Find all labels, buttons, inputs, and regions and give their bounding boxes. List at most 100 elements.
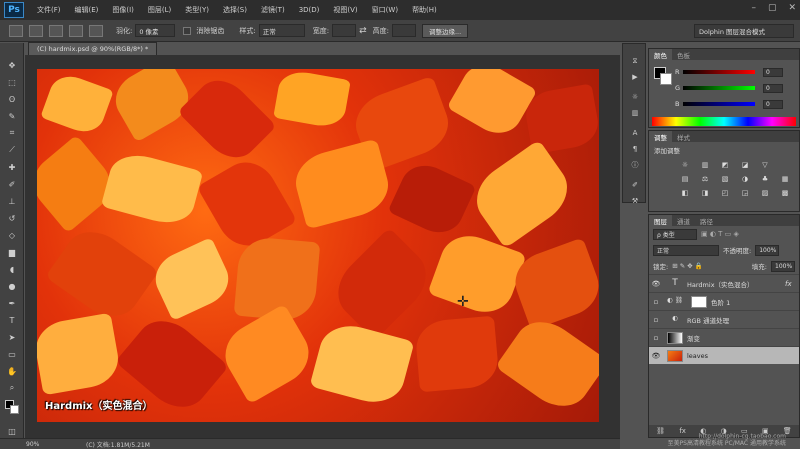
refine-edge-button[interactable]: 调整边缘...	[421, 23, 469, 38]
quick-mask-icon[interactable]: ◫	[5, 425, 19, 437]
tab-styles[interactable]: 样式	[672, 132, 695, 142]
crop-tool-icon[interactable]: ⌗	[5, 127, 19, 139]
menu-type[interactable]: 类型(Y)	[178, 5, 216, 15]
eraser-tool-icon[interactable]: ◇	[5, 229, 19, 241]
shadows-highlights-icon[interactable]: ▩	[779, 188, 791, 198]
blur-tool-icon[interactable]: ◖	[5, 263, 19, 275]
actions-panel-icon[interactable]: ▶	[629, 72, 641, 82]
posterize-icon[interactable]: ◨	[699, 188, 711, 198]
tab-color[interactable]: 颜色	[649, 49, 672, 60]
pen-tool-icon[interactable]: ✒	[5, 297, 19, 309]
path-select-tool-icon[interactable]: ➤	[5, 331, 19, 343]
zoom-tool-icon[interactable]: ⌕	[5, 382, 19, 394]
swap-icon[interactable]: ⇄	[359, 26, 367, 36]
menu-filter[interactable]: 滤镜(T)	[254, 5, 292, 15]
menu-view[interactable]: 视图(V)	[326, 5, 364, 15]
layer-row-group[interactable]: ▫ ◐ RGB 通道处理	[649, 310, 799, 328]
menu-3d[interactable]: 3D(D)	[292, 6, 327, 14]
eye-hidden-icon[interactable]: ▫	[649, 316, 663, 324]
minimize-button[interactable]: –	[751, 3, 756, 13]
eye-hidden-icon[interactable]: ▫	[649, 334, 663, 342]
move-tool-icon[interactable]: ✥	[5, 59, 19, 71]
shape-tool-icon[interactable]: ▭	[5, 348, 19, 360]
curves-icon[interactable]: ◩	[719, 160, 731, 170]
intersect-selection-icon[interactable]	[89, 24, 103, 37]
blue-value[interactable]: 0	[763, 99, 783, 109]
opacity-input[interactable]: 100%	[755, 244, 780, 256]
brush-tool-icon[interactable]: ✐	[5, 178, 19, 190]
menu-layer[interactable]: 图层(L)	[141, 5, 178, 15]
hand-tool-icon[interactable]: ✋	[5, 365, 19, 377]
document-tab[interactable]: (C) hardmix.psd @ 90%(RGB/8*) *	[28, 42, 158, 55]
new-selection-icon[interactable]	[29, 24, 43, 37]
workspace-select[interactable]: Dolphin 图层混合模式	[694, 24, 794, 38]
hue-saturation-icon[interactable]: ▤	[679, 174, 691, 184]
info-panel-icon[interactable]: ⓘ	[629, 160, 641, 170]
quick-select-tool-icon[interactable]: ✎	[5, 110, 19, 122]
tab-paths[interactable]: 路径	[695, 216, 718, 226]
add-selection-icon[interactable]	[49, 24, 63, 37]
blend-mode-select[interactable]: 正常	[653, 244, 719, 256]
history-brush-tool-icon[interactable]: ↺	[5, 212, 19, 224]
width-input[interactable]	[332, 24, 357, 37]
color-balance-icon[interactable]: ⚖	[699, 174, 711, 184]
menu-image[interactable]: 图像(I)	[105, 5, 141, 15]
fx-icon[interactable]: fx	[785, 280, 799, 288]
tab-channels[interactable]: 通道	[672, 216, 695, 226]
layer-row-levels[interactable]: ▫ ◐ ⛓ 色阶 1	[649, 292, 799, 310]
character-panel-icon[interactable]: A	[629, 128, 641, 138]
marquee-preset-icon[interactable]	[9, 24, 23, 37]
blue-slider[interactable]	[683, 102, 755, 106]
menu-window[interactable]: 窗口(W)	[365, 5, 405, 15]
foreground-color-swatch[interactable]	[5, 400, 19, 414]
clone-stamp-tool-icon[interactable]: ⊥	[5, 195, 19, 207]
layer-row-leaves[interactable]: 👁 leaves	[649, 346, 799, 364]
lock-icons[interactable]: ⊞ ✎ ✥ 🔒	[672, 262, 703, 270]
menu-file[interactable]: 文件(F)	[30, 5, 68, 15]
layer-row-gradient[interactable]: ▫ 渐变	[649, 328, 799, 346]
color-spectrum[interactable]	[652, 117, 796, 126]
background-swatch[interactable]	[660, 73, 672, 85]
document-info[interactable]: (C) 文档:1.81M/5.21M	[86, 440, 150, 449]
menu-help[interactable]: 帮助(H)	[405, 5, 444, 15]
close-button[interactable]: ✕	[788, 3, 796, 13]
filter-icons[interactable]: ▣ ◐ T ▭ ◈	[701, 230, 739, 238]
photo-filter-icon[interactable]: ◑	[739, 174, 751, 184]
gradient-map-icon[interactable]: ◲	[739, 188, 751, 198]
subtract-selection-icon[interactable]	[69, 24, 83, 37]
histogram-panel-icon[interactable]: ▥	[629, 108, 641, 118]
layer-row-text[interactable]: 👁 T Hardmix（实色混合） fx	[649, 274, 799, 292]
eye-icon[interactable]: 👁	[649, 280, 663, 288]
eye-hidden-icon[interactable]: ▫	[649, 298, 663, 306]
levels-icon[interactable]: ▥	[699, 160, 711, 170]
brightness-panel-icon[interactable]: ☼	[629, 92, 641, 102]
eye-icon[interactable]: 👁	[649, 352, 663, 360]
brush-panel-icon[interactable]: ✐	[629, 180, 641, 190]
vibrance-icon[interactable]: ▽	[759, 160, 771, 170]
height-input[interactable]	[391, 24, 416, 37]
green-slider[interactable]	[683, 86, 755, 90]
feather-input[interactable]: 0 像素	[135, 24, 176, 37]
red-value[interactable]: 0	[763, 67, 783, 77]
exposure-icon[interactable]: ◪	[739, 160, 751, 170]
type-tool-icon[interactable]: T	[5, 314, 19, 326]
zoom-level[interactable]: 90%	[26, 441, 76, 448]
tool-presets-icon[interactable]: ⚒	[629, 196, 641, 206]
selective-color-icon[interactable]: ▨	[759, 188, 771, 198]
menu-edit[interactable]: 编辑(E)	[68, 5, 106, 15]
threshold-icon[interactable]: ◰	[719, 188, 731, 198]
green-value[interactable]: 0	[763, 83, 783, 93]
tab-layers[interactable]: 图层	[649, 215, 672, 226]
maximize-button[interactable]: ▢	[768, 3, 777, 13]
history-panel-icon[interactable]: ⧖	[629, 56, 641, 66]
lasso-tool-icon[interactable]: ʘ	[5, 93, 19, 105]
black-white-icon[interactable]: ▧	[719, 174, 731, 184]
fill-input[interactable]: 100%	[771, 260, 795, 272]
link-layers-icon[interactable]: ⛓	[656, 427, 665, 435]
tab-adjustments[interactable]: 调整	[649, 131, 672, 142]
marquee-tool-icon[interactable]: ⬚	[5, 76, 19, 88]
eyedropper-tool-icon[interactable]: ⟋	[5, 144, 19, 156]
style-select[interactable]: 正常	[258, 24, 305, 37]
tab-swatches[interactable]: 色板	[672, 50, 695, 60]
menu-select[interactable]: 选择(S)	[216, 5, 254, 15]
